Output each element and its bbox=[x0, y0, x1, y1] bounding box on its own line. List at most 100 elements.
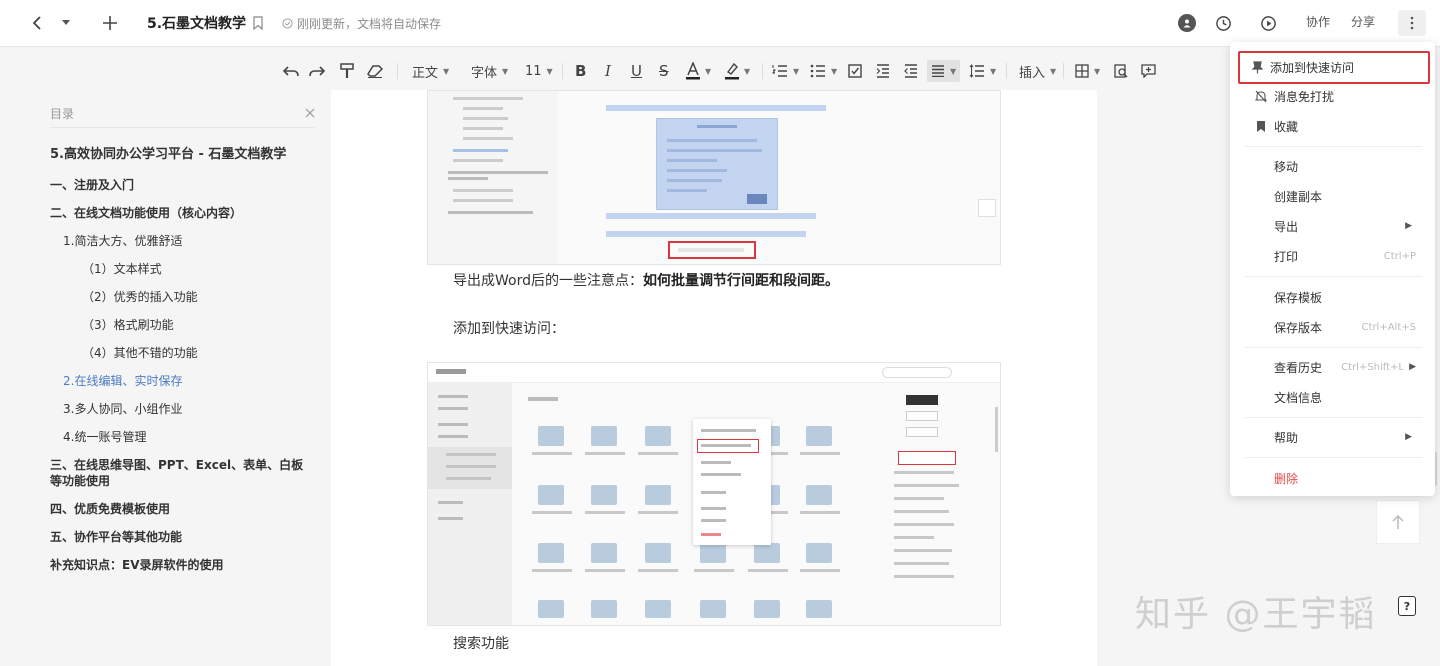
format-painter-icon[interactable] bbox=[340, 60, 354, 82]
undo-icon[interactable] bbox=[283, 60, 299, 82]
line-spacing-dropdown[interactable]: ▼ bbox=[969, 60, 996, 82]
paragraph: 添加到快速访问： bbox=[453, 321, 565, 337]
toc-item[interactable]: 3.多人协同、小组作业 bbox=[50, 401, 315, 417]
toc-item-active[interactable]: 2.在线编辑、实时保存 bbox=[50, 373, 315, 389]
toc-item[interactable]: （4）其他不错的功能 bbox=[50, 345, 315, 361]
menu-item-label: 添加到快速访问 bbox=[1270, 61, 1355, 75]
paragraph: 导出成Word后的一些注意点：如何批量调节行间距和段间距。 bbox=[453, 270, 839, 290]
table-icon bbox=[1075, 64, 1089, 78]
menu-item-print[interactable]: 打印 Ctrl+P bbox=[1244, 241, 1430, 271]
menu-item-mute[interactable]: 消息免打扰 bbox=[1244, 81, 1430, 111]
menu-item-label: 查看历史 bbox=[1274, 360, 1323, 375]
underline-button[interactable]: U bbox=[631, 60, 642, 82]
toc-item[interactable]: 4.统一账号管理 bbox=[50, 429, 315, 445]
menu-item-delete[interactable]: 删除 bbox=[1244, 463, 1430, 493]
bold-button[interactable]: B bbox=[575, 60, 586, 82]
menu-item-save-version[interactable]: 保存版本 Ctrl+Alt+S bbox=[1244, 312, 1430, 342]
back-icon[interactable] bbox=[26, 9, 48, 37]
italic-button[interactable]: I bbox=[605, 60, 611, 82]
align-dropdown[interactable]: ▼ bbox=[927, 60, 961, 82]
help-icon[interactable]: ? bbox=[1398, 596, 1416, 616]
present-icon[interactable] bbox=[1257, 9, 1279, 37]
doc-title[interactable]: 5.石墨文档教学 bbox=[147, 13, 246, 33]
menu-item-label: 消息免打扰 bbox=[1274, 89, 1335, 104]
font-color-dropdown[interactable]: ▼ bbox=[686, 60, 711, 82]
embedded-screenshot-image bbox=[427, 362, 1001, 626]
menu-divider bbox=[1244, 457, 1422, 458]
font-size-dropdown[interactable]: 11 ▼ bbox=[525, 60, 553, 82]
menu-item-label: 保存模板 bbox=[1274, 290, 1323, 305]
menu-item-save-template[interactable]: 保存模板 bbox=[1244, 282, 1430, 312]
insert-label: 插入 bbox=[1019, 65, 1046, 81]
menu-item-label: 创建副本 bbox=[1274, 189, 1323, 204]
insert-dropdown[interactable]: 插入 ▼ bbox=[1019, 60, 1056, 82]
avatar[interactable] bbox=[1178, 14, 1196, 32]
toc-item[interactable]: 四、优质免费模板使用 bbox=[50, 501, 315, 517]
paragraph-text: 导出成Word后的一些注意点： bbox=[453, 273, 643, 289]
shortcut-text: Ctrl+P bbox=[1383, 250, 1416, 262]
toc-item[interactable]: 一、注册及入门 bbox=[50, 177, 315, 193]
toc-header: 目录 bbox=[50, 104, 315, 128]
menu-item-help[interactable]: 帮助 ▶ bbox=[1244, 422, 1430, 452]
menu-item-copy[interactable]: 创建副本 bbox=[1244, 181, 1430, 211]
font-family-dropdown[interactable]: 字体 ▼ bbox=[471, 60, 508, 82]
paragraph-style-dropdown[interactable]: 正文 ▼ bbox=[412, 60, 449, 82]
toc-item[interactable]: 五、协作平台等其他功能 bbox=[50, 529, 315, 545]
chevron-down-icon: ▼ bbox=[546, 66, 553, 76]
close-icon[interactable] bbox=[305, 107, 315, 121]
comment-icon[interactable] bbox=[1141, 60, 1156, 82]
menu-divider bbox=[1244, 146, 1422, 147]
toc-item[interactable]: 5.高效协同办公学习平台 - 石墨文档教学 bbox=[50, 147, 315, 163]
toolbar-divider bbox=[562, 63, 563, 79]
strikethrough-button[interactable]: S bbox=[659, 60, 669, 82]
align-icon bbox=[932, 65, 944, 77]
new-doc-button[interactable] bbox=[98, 9, 122, 37]
highlight-color-dropdown[interactable]: ▼ bbox=[725, 60, 750, 82]
chevron-down-icon: ▼ bbox=[744, 66, 751, 76]
toc-panel: 目录 5.高效协同办公学习平台 - 石墨文档教学 一、注册及入门 二、在线文档功… bbox=[50, 104, 315, 573]
toc-item[interactable]: （3）格式刷功能 bbox=[50, 317, 315, 333]
menu-item-export[interactable]: 导出 ▶ bbox=[1244, 211, 1430, 241]
bullet-list-dropdown[interactable]: ▼ bbox=[810, 60, 837, 82]
embedded-list bbox=[894, 471, 974, 591]
menu-item-doc-info[interactable]: 文档信息 bbox=[1244, 382, 1430, 412]
chevron-down-icon: ▼ bbox=[1094, 66, 1101, 76]
history-icon[interactable] bbox=[1212, 9, 1234, 37]
back-to-top-button[interactable] bbox=[1376, 500, 1420, 544]
toc-item[interactable]: 二、在线文档功能使用（核心内容） bbox=[50, 205, 315, 221]
font-color-icon bbox=[686, 62, 700, 80]
clear-format-icon[interactable] bbox=[367, 60, 383, 82]
chevron-down-icon[interactable] bbox=[58, 9, 74, 37]
chevron-right-icon: ▶ bbox=[1409, 362, 1416, 372]
menu-item-label: 删除 bbox=[1274, 471, 1299, 486]
chevron-right-icon: ▶ bbox=[1405, 432, 1412, 442]
top-bar: 5.石墨文档教学 刚刚更新，文档将自动保存 协作 分享 bbox=[0, 0, 1440, 47]
outdent-icon[interactable] bbox=[904, 60, 918, 82]
line-spacing-icon bbox=[969, 64, 984, 78]
collab-button[interactable]: 协作 bbox=[1306, 13, 1330, 30]
toc-item[interactable]: （2）优秀的插入功能 bbox=[50, 289, 315, 305]
table-dropdown[interactable]: ▼ bbox=[1075, 60, 1100, 82]
menu-item-label: 打印 bbox=[1274, 249, 1299, 264]
indent-icon[interactable] bbox=[876, 60, 890, 82]
toc-item[interactable]: 1.简洁大方、优雅舒适 bbox=[50, 233, 315, 249]
menu-item-label: 收藏 bbox=[1274, 119, 1299, 134]
embedded-highlight-box bbox=[668, 241, 756, 259]
share-button[interactable]: 分享 bbox=[1351, 13, 1375, 30]
menu-item-add-quick-access[interactable]: 添加到快速访问 bbox=[1238, 51, 1430, 84]
redo-icon[interactable] bbox=[309, 60, 325, 82]
find-replace-icon[interactable] bbox=[1114, 60, 1128, 82]
bookmark-icon[interactable] bbox=[250, 9, 266, 37]
menu-item-favorite[interactable]: 收藏 bbox=[1244, 111, 1430, 141]
ordered-list-dropdown[interactable]: ▼ bbox=[772, 60, 799, 82]
toc-item[interactable]: 三、在线思维导图、PPT、Excel、表单、白板等功能使用 bbox=[50, 457, 310, 489]
toc-item[interactable]: （1）文本样式 bbox=[50, 261, 315, 277]
menu-item-move[interactable]: 移动 bbox=[1244, 151, 1430, 181]
more-vertical-icon bbox=[1410, 16, 1414, 30]
toc-item[interactable]: 补充知识点：EV录屏软件的使用 bbox=[50, 557, 315, 573]
more-menu-button[interactable] bbox=[1398, 10, 1426, 36]
menu-item-history[interactable]: 查看历史 Ctrl+Shift+L ▶ bbox=[1244, 352, 1430, 382]
checklist-icon[interactable] bbox=[848, 60, 862, 82]
ordered-list-icon bbox=[772, 65, 787, 77]
watermark: 知乎 @王宇韬 bbox=[1135, 594, 1377, 635]
